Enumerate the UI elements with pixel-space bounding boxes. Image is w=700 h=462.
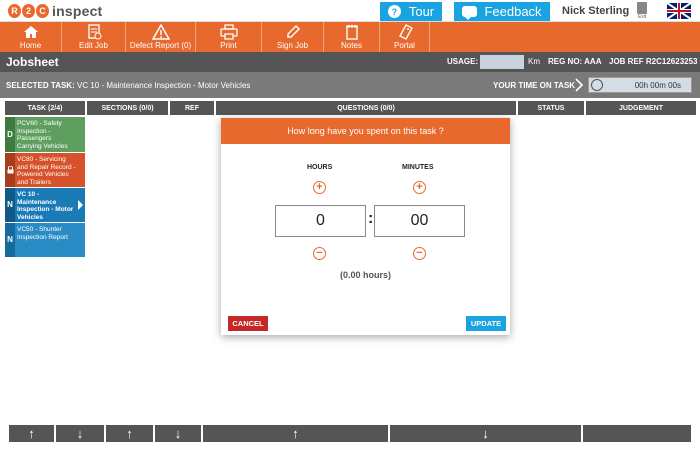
toolbar-home-button[interactable]: Home bbox=[0, 22, 62, 52]
toolbar-print-button[interactable]: Print bbox=[196, 22, 262, 52]
question-icon: ? bbox=[387, 5, 401, 18]
usage-unit: Km bbox=[528, 57, 540, 66]
toolbar-sign-job-button[interactable]: Sign Job bbox=[262, 22, 324, 52]
hours-label: HOURS bbox=[307, 164, 333, 171]
time-on-task-label: YOUR TIME ON TASK bbox=[493, 81, 576, 90]
task-item-pcv60[interactable]: D PCV60 - Safety Inspection - Passengers… bbox=[5, 117, 85, 152]
question-scroll-down-button[interactable]: ↓ bbox=[390, 425, 581, 442]
column-task[interactable]: TASK (2/4) bbox=[5, 101, 85, 115]
toolbar-defect-report-label: Defect Report (0) bbox=[129, 41, 192, 50]
tag-icon bbox=[396, 24, 414, 40]
main-toolbar: Home Edit Job Defect Report (0) Print Si… bbox=[0, 22, 700, 52]
usage-input[interactable] bbox=[480, 55, 524, 69]
time-on-task-value: 00h 00m 00s bbox=[634, 81, 681, 90]
task-item-label: VC50 - Shunter Inspection Report bbox=[17, 226, 68, 241]
toolbar-home-label: Home bbox=[19, 41, 42, 50]
feedback-button[interactable]: Feedback bbox=[454, 2, 550, 21]
app-logo: R 2 C inspect bbox=[8, 3, 102, 19]
time-on-task-timer[interactable]: 00h 00m 00s bbox=[588, 77, 692, 93]
chevron-right-icon[interactable] bbox=[575, 78, 585, 92]
hours-input[interactable]: 0 bbox=[275, 205, 366, 237]
time-separator: : bbox=[368, 210, 374, 227]
column-status[interactable]: STATUS bbox=[518, 101, 584, 115]
toolbar-portal-button[interactable]: Portal bbox=[380, 22, 430, 52]
exit-label: Exit bbox=[637, 14, 647, 20]
task-item-label: VC80 - Servicing and Repair Record - Pow… bbox=[17, 156, 76, 186]
column-sections[interactable]: SECTIONS (0/0) bbox=[87, 101, 168, 115]
feedback-label: Feedback bbox=[484, 4, 542, 19]
task-scroll-up-button[interactable]: ↑ bbox=[9, 425, 54, 442]
logo-mark-c: C bbox=[36, 4, 49, 18]
usage-label: USAGE: bbox=[447, 57, 479, 66]
toolbar-edit-job-button[interactable]: Edit Job bbox=[62, 22, 126, 52]
selected-task-label: SELECTED TASK: bbox=[6, 81, 75, 90]
toolbar-portal-label: Portal bbox=[394, 41, 415, 50]
selected-task: SELECTED TASK: VC 10 - Maintenance Inspe… bbox=[6, 81, 250, 90]
task-status-letter: D bbox=[5, 117, 15, 152]
selected-pointer-icon bbox=[78, 200, 83, 210]
column-judgement[interactable]: JUDGEMENT bbox=[586, 101, 696, 115]
bottom-nav-spacer bbox=[583, 425, 691, 442]
toolbar-notes-button[interactable]: Notes bbox=[324, 22, 380, 52]
home-icon bbox=[22, 24, 40, 40]
total-hours: (0.00 hours) bbox=[339, 270, 391, 280]
toolbar-sign-job-label: Sign Job bbox=[276, 41, 309, 50]
toolbar-defect-report-button[interactable]: Defect Report (0) bbox=[126, 22, 196, 52]
task-item-vc80[interactable]: VC80 - Servicing and Repair Record - Pow… bbox=[5, 153, 85, 187]
signature-icon bbox=[284, 24, 302, 40]
minutes-input[interactable]: 00 bbox=[374, 205, 465, 237]
toolbar-print-label: Print bbox=[220, 41, 237, 50]
hours-increment-icon[interactable]: + bbox=[313, 181, 326, 194]
logo-mark-2: 2 bbox=[22, 4, 35, 18]
exit-button[interactable]: Exit bbox=[634, 2, 650, 22]
job-reference: JOB REF R2C12623253 bbox=[609, 57, 698, 66]
logo-mark-r: R bbox=[8, 4, 21, 18]
task-item-label: VC 10 - Maintenance Inspection - Motor V… bbox=[17, 191, 74, 221]
section-scroll-up-button[interactable]: ↑ bbox=[106, 425, 153, 442]
task-item-label: PCV60 - Safety Inspection - Passengers C… bbox=[17, 120, 68, 150]
minutes-label: MINUTES bbox=[402, 164, 434, 171]
jobsheet-bar: Jobsheet USAGE: Km REG NO: AAA JOB REF R… bbox=[0, 52, 700, 72]
task-status-letter: N bbox=[5, 223, 15, 257]
minutes-decrement-icon[interactable]: − bbox=[413, 247, 426, 260]
toolbar-notes-label: Notes bbox=[341, 41, 362, 50]
question-scroll-up-button[interactable]: ↑ bbox=[203, 425, 388, 442]
update-button[interactable]: UPDATE bbox=[466, 316, 506, 331]
printer-icon bbox=[219, 24, 238, 40]
tour-button[interactable]: ? Tour bbox=[380, 2, 442, 21]
column-questions[interactable]: QUESTIONS (0/0) bbox=[216, 101, 516, 115]
column-ref[interactable]: REF bbox=[170, 101, 214, 115]
tour-label: Tour bbox=[408, 4, 435, 19]
cancel-button[interactable]: CANCEL bbox=[228, 316, 268, 331]
exit-door-icon bbox=[637, 2, 647, 14]
warning-icon bbox=[151, 24, 170, 40]
hours-decrement-icon[interactable]: − bbox=[313, 247, 326, 260]
edit-document-icon bbox=[85, 24, 103, 40]
task-item-vc10[interactable]: N VC 10 - Maintenance Inspection - Motor… bbox=[5, 188, 85, 222]
dialog-title: How long have you spent on this task ? bbox=[221, 118, 510, 144]
task-status-letter: N bbox=[5, 188, 15, 222]
task-scroll-down-button[interactable]: ↓ bbox=[56, 425, 104, 442]
section-scroll-down-button[interactable]: ↓ bbox=[155, 425, 201, 442]
logo-text: inspect bbox=[52, 3, 103, 19]
toolbar-edit-job-label: Edit Job bbox=[79, 41, 108, 50]
page-title: Jobsheet bbox=[6, 55, 59, 69]
uk-flag-icon[interactable] bbox=[667, 3, 691, 19]
task-item-vc50[interactable]: N VC50 - Shunter Inspection Report bbox=[5, 223, 85, 257]
lock-icon bbox=[5, 153, 15, 187]
minutes-increment-icon[interactable]: + bbox=[413, 181, 426, 194]
stopwatch-icon bbox=[591, 79, 603, 91]
chat-bubble-icon bbox=[462, 6, 478, 20]
top-bar: R 2 C inspect ? Tour Feedback Nick Sterl… bbox=[0, 0, 700, 22]
user-name: Nick Sterling bbox=[562, 5, 630, 17]
selected-task-value: VC 10 - Maintenance Inspection - Motor V… bbox=[76, 81, 251, 90]
notepad-icon bbox=[343, 24, 361, 40]
reg-number: REG NO: AAA bbox=[548, 57, 602, 66]
